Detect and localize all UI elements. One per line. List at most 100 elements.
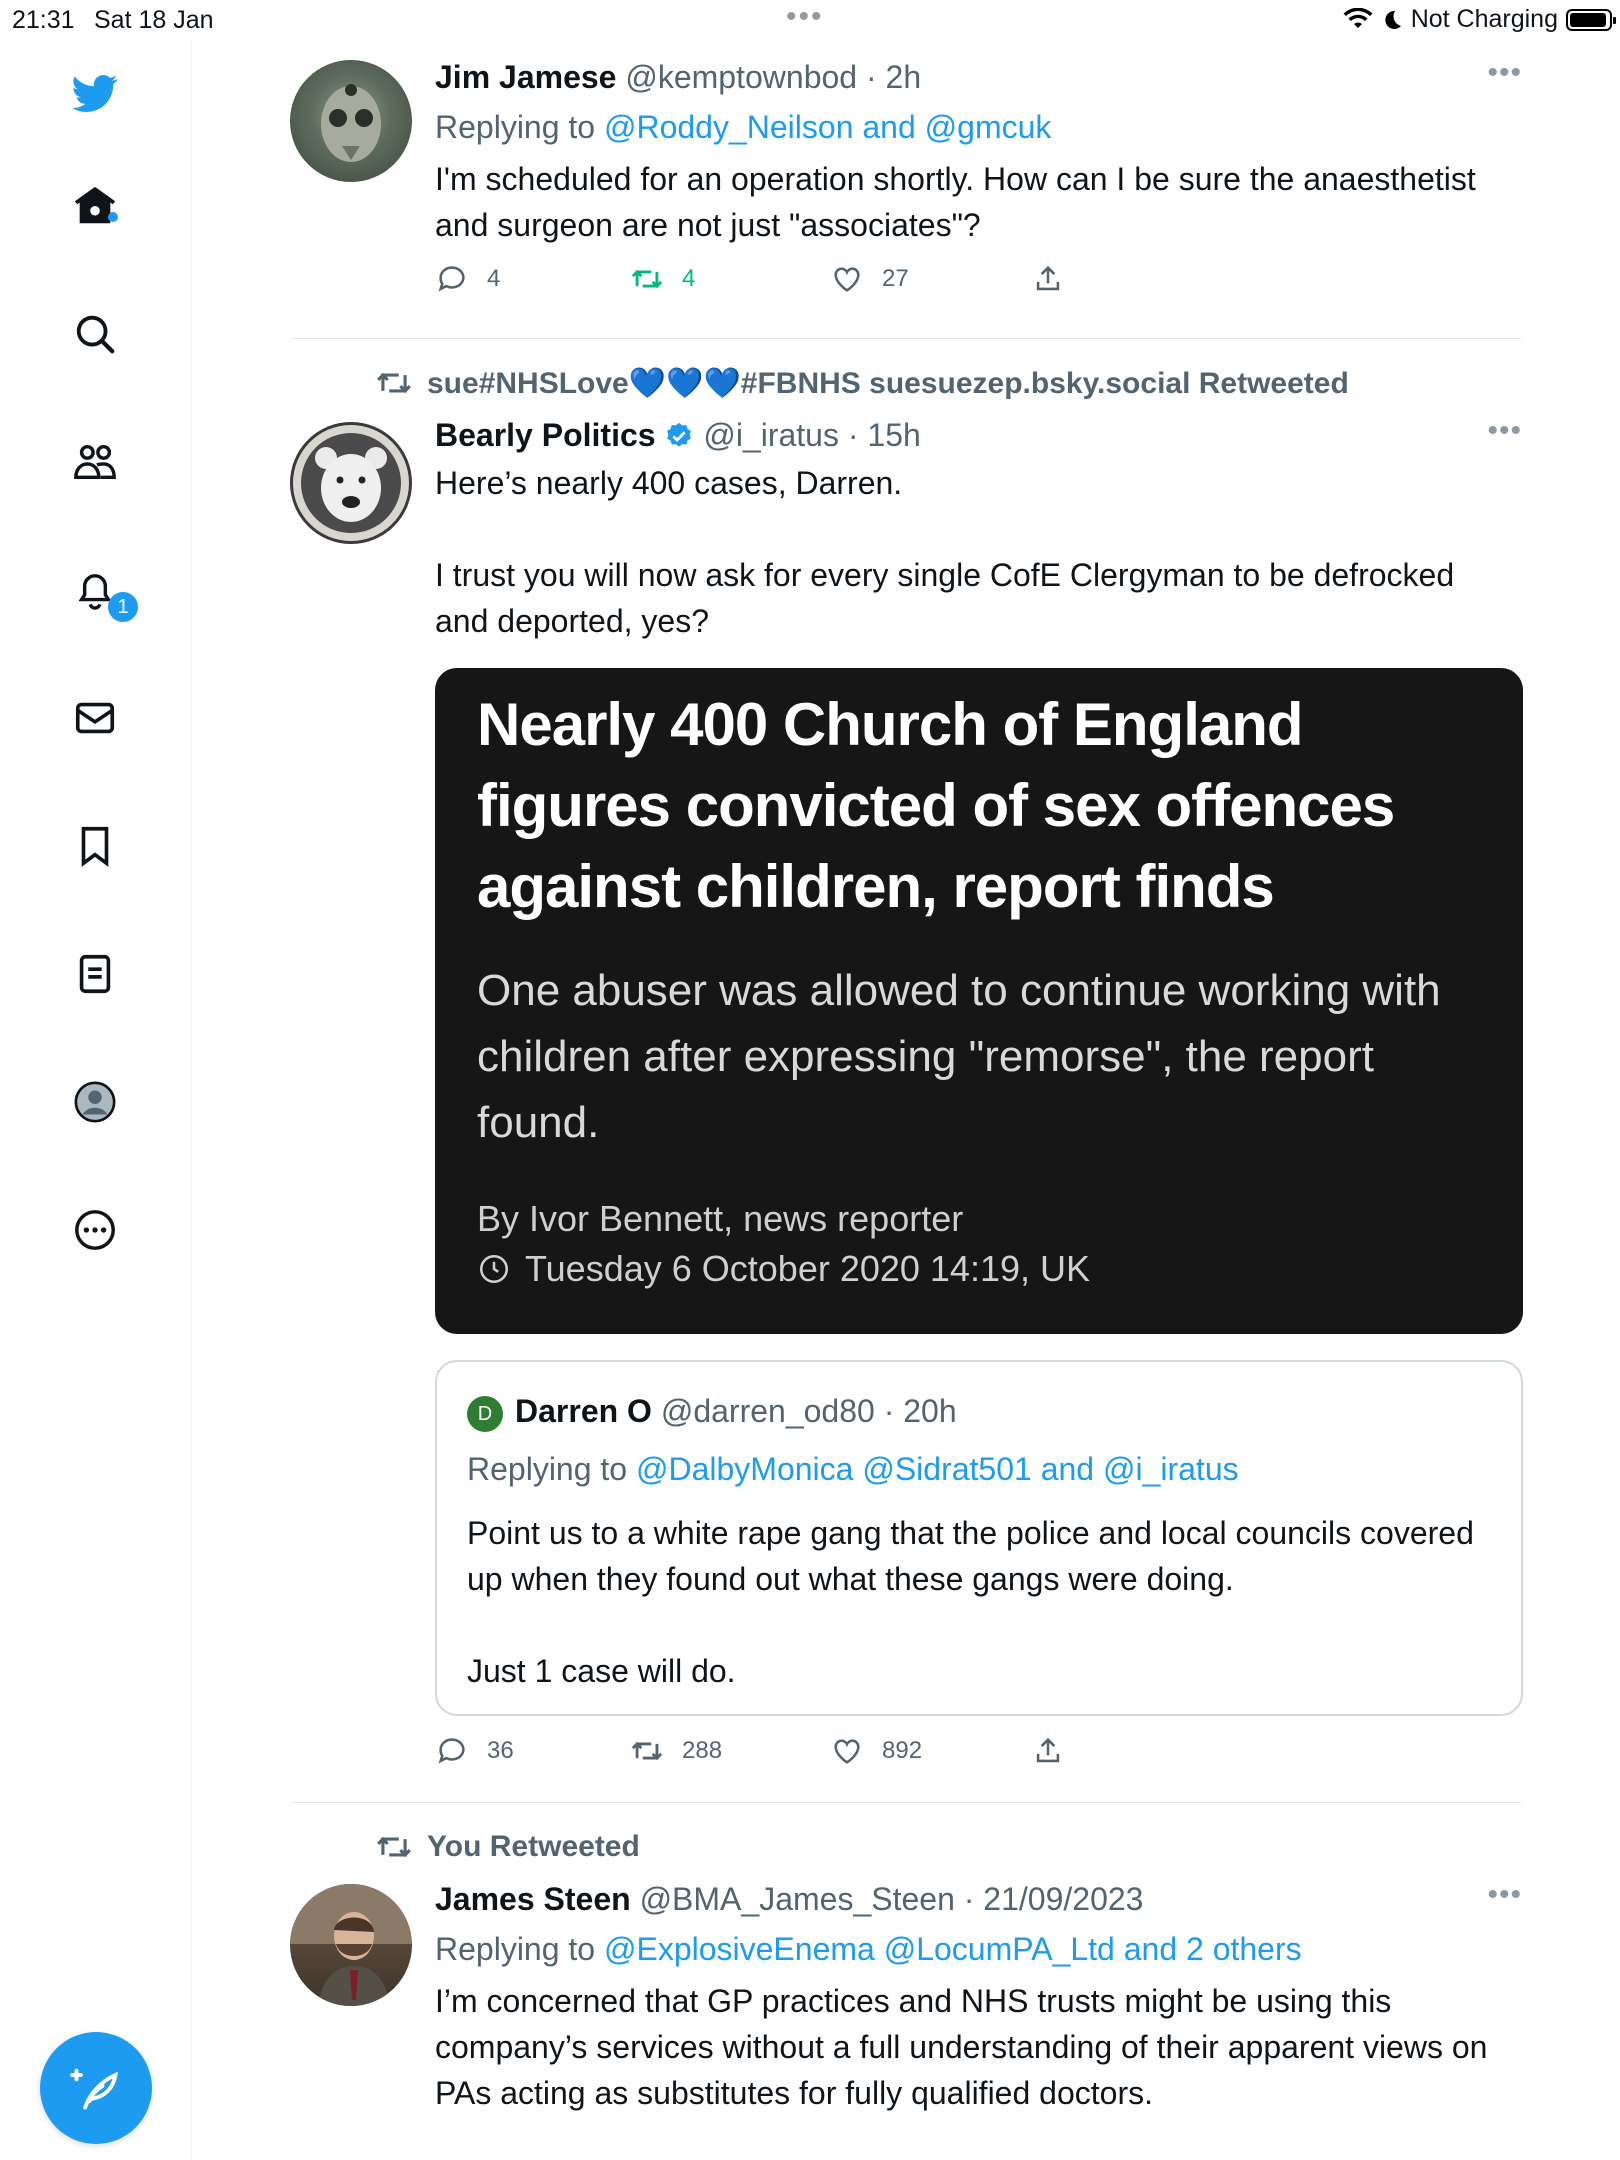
avatar[interactable] — [290, 1884, 412, 2006]
author-name[interactable]: James Steen — [435, 1881, 631, 1917]
battery-label: Not Charging — [1410, 5, 1558, 33]
status-time: 21:31 — [12, 6, 75, 34]
retweeted-by-label: You Retweeted — [375, 1828, 640, 1866]
tweet-header: James Steen @BMA_James_Steen · 21/09/202… — [435, 1881, 1144, 1917]
retweeted-by-text[interactable]: sue#NHSLove💙💙💙#FBNHS suesuezep.bsky.soci… — [427, 366, 1349, 401]
like-count: 892 — [882, 1737, 923, 1764]
reply-icon — [438, 266, 465, 292]
tweet-time[interactable]: 15h — [867, 417, 920, 453]
tweet[interactable]: You Retweeted James Steen @BMA_James_Ste… — [290, 1828, 1522, 2160]
share-icon — [1036, 1737, 1060, 1763]
messages-icon[interactable] — [67, 690, 123, 746]
tweet-more-icon[interactable]: ••• — [1487, 414, 1522, 448]
avatar-mask-image — [321, 84, 381, 162]
replying-prefix: Replying to — [435, 109, 596, 145]
replying-prefix: Replying to — [467, 1451, 628, 1487]
heart-icon — [834, 1739, 860, 1764]
quoted-header: Darren O @darren_od80 · 20h — [515, 1393, 957, 1429]
quoted-author-handle: @darren_od80 — [660, 1393, 875, 1429]
search-icon[interactable] — [67, 306, 123, 362]
tweet-header: Bearly Politics @i_iratus · 15h — [435, 417, 921, 453]
battery-icon — [1566, 8, 1616, 31]
profile-avatar-icon[interactable] — [67, 1074, 123, 1130]
tweet-time[interactable]: 21/09/2023 — [983, 1881, 1143, 1917]
tweet-text: Here’s nearly 400 cases, Darren. — [435, 465, 903, 501]
tweet[interactable]: Jim Jamese @kemptownbod · 2h ••• Replyin… — [290, 56, 1522, 308]
retweeted-by-label: sue#NHSLove💙💙💙#FBNHS suesuezep.bsky.soci… — [375, 364, 1349, 402]
bookmarks-icon[interactable] — [67, 818, 123, 874]
like-count: 27 — [882, 265, 909, 292]
tweet-text: I’m concerned that GP practices and NHS … — [435, 1983, 1488, 2111]
replying-to-users: @DalbyMonica @Sidrat501 and @i_iratus — [635, 1451, 1239, 1487]
verified-badge-icon — [667, 422, 692, 447]
quoted-avatar[interactable]: D — [467, 1396, 503, 1432]
avatar[interactable] — [290, 60, 412, 182]
article-image-card[interactable]: Nearly 400 Church of England figures con… — [435, 668, 1523, 1334]
article-datetime-text: Tuesday 6 October 2020 14:19, UK — [525, 1248, 1091, 1289]
retweet-count: 288 — [682, 1737, 723, 1764]
tweet-time[interactable]: 2h — [886, 59, 922, 95]
notification-badge: 1 — [108, 592, 138, 622]
replying-to: Replying to @Roddy_Neilson and @gmcuk — [435, 106, 1522, 148]
twitter-logo-icon[interactable] — [67, 65, 123, 121]
heart-icon — [834, 267, 860, 292]
tweet-text: I'm scheduled for an operation shortly. … — [435, 161, 1476, 243]
quoted-text-p1: Point us to a white rape gang that the p… — [467, 1515, 1474, 1597]
quoted-author-name: Darren O — [515, 1393, 652, 1429]
tweet-divider — [290, 1802, 1522, 1803]
share-button[interactable] — [1031, 1734, 1065, 1768]
quoted-time: 20h — [903, 1393, 957, 1429]
tweet-divider — [290, 338, 1522, 339]
author-handle[interactable]: @kemptownbod — [625, 59, 857, 95]
replying-to: Replying to @ExplosiveEnema @LocumPA_Ltd… — [435, 1928, 1522, 1970]
author-handle[interactable]: @i_iratus — [703, 417, 839, 453]
avatar-bear-image — [293, 425, 409, 541]
avatar[interactable] — [290, 422, 412, 544]
compose-tweet-button[interactable] — [40, 2032, 152, 2144]
tweet[interactable]: sue#NHSLove💙💙💙#FBNHS suesuezep.bsky.soci… — [290, 364, 1523, 1784]
reply-icon — [438, 1738, 465, 1764]
retweet-button[interactable]: 4 — [630, 262, 695, 296]
clock-icon — [479, 1254, 509, 1284]
reply-button[interactable]: 36 — [435, 1734, 514, 1768]
author-handle[interactable]: @BMA_James_Steen — [640, 1881, 955, 1917]
compose-feather-icon — [70, 2068, 119, 2110]
home-icon[interactable] — [67, 178, 123, 234]
replying-prefix: Replying to — [435, 1931, 596, 1967]
tweet-actions: 4 4 27 — [435, 262, 1522, 312]
like-button[interactable]: 27 — [830, 262, 909, 296]
retweet-icon — [377, 372, 411, 394]
more-options-icon[interactable] — [67, 1202, 123, 1258]
author-name[interactable]: Bearly Politics — [435, 417, 656, 453]
replying-to-users[interactable]: @Roddy_Neilson and @gmcuk — [604, 109, 1051, 145]
tweet-actions: 36 288 892 — [435, 1734, 1435, 1784]
quoted-tweet[interactable]: D Darren O @darren_od80 · 20h Replying t… — [435, 1360, 1523, 1716]
lists-icon[interactable] — [67, 946, 123, 1002]
sidebar: 1 — [0, 40, 192, 2160]
retweeted-by-text[interactable]: You Retweeted — [427, 1830, 640, 1864]
reply-count: 4 — [487, 265, 501, 292]
replying-to-users[interactable]: @ExplosiveEnema @LocumPA_Ltd and 2 other… — [604, 1931, 1302, 1967]
tweet-more-icon[interactable]: ••• — [1487, 1878, 1522, 1912]
moon-icon — [1385, 10, 1401, 29]
reply-button[interactable]: 4 — [435, 262, 500, 296]
home-unread-dot — [108, 212, 118, 222]
like-button[interactable]: 892 — [830, 1734, 922, 1768]
wifi-icon — [1343, 7, 1373, 28]
author-name[interactable]: Jim Jamese — [435, 59, 616, 95]
share-button[interactable] — [1031, 262, 1065, 296]
reply-count: 36 — [487, 1737, 514, 1764]
article-subheadline: One abuser was allowed to continue worki… — [477, 966, 1441, 1147]
tweet-text: I trust you will now ask for every singl… — [435, 557, 1455, 639]
communities-icon[interactable] — [67, 434, 123, 490]
status-date: Sat 18 Jan — [94, 6, 214, 34]
quoted-replying-to: Replying to @DalbyMonica @Sidrat501 and … — [467, 1448, 1239, 1490]
retweet-button[interactable]: 288 — [630, 1734, 722, 1768]
status-bar: 21:31 Sat 18 Jan ••• Not Charging — [0, 0, 1620, 40]
article-byline: By Ivor Bennett, news reporter — [477, 1198, 964, 1239]
avatar-photo-image — [290, 1884, 412, 2006]
multitasking-dots-icon[interactable]: ••• — [786, 0, 824, 34]
article-headline: Nearly 400 Church of England figures con… — [477, 691, 1395, 920]
retweet-count: 4 — [682, 265, 696, 292]
tweet-more-icon[interactable]: ••• — [1487, 56, 1522, 90]
